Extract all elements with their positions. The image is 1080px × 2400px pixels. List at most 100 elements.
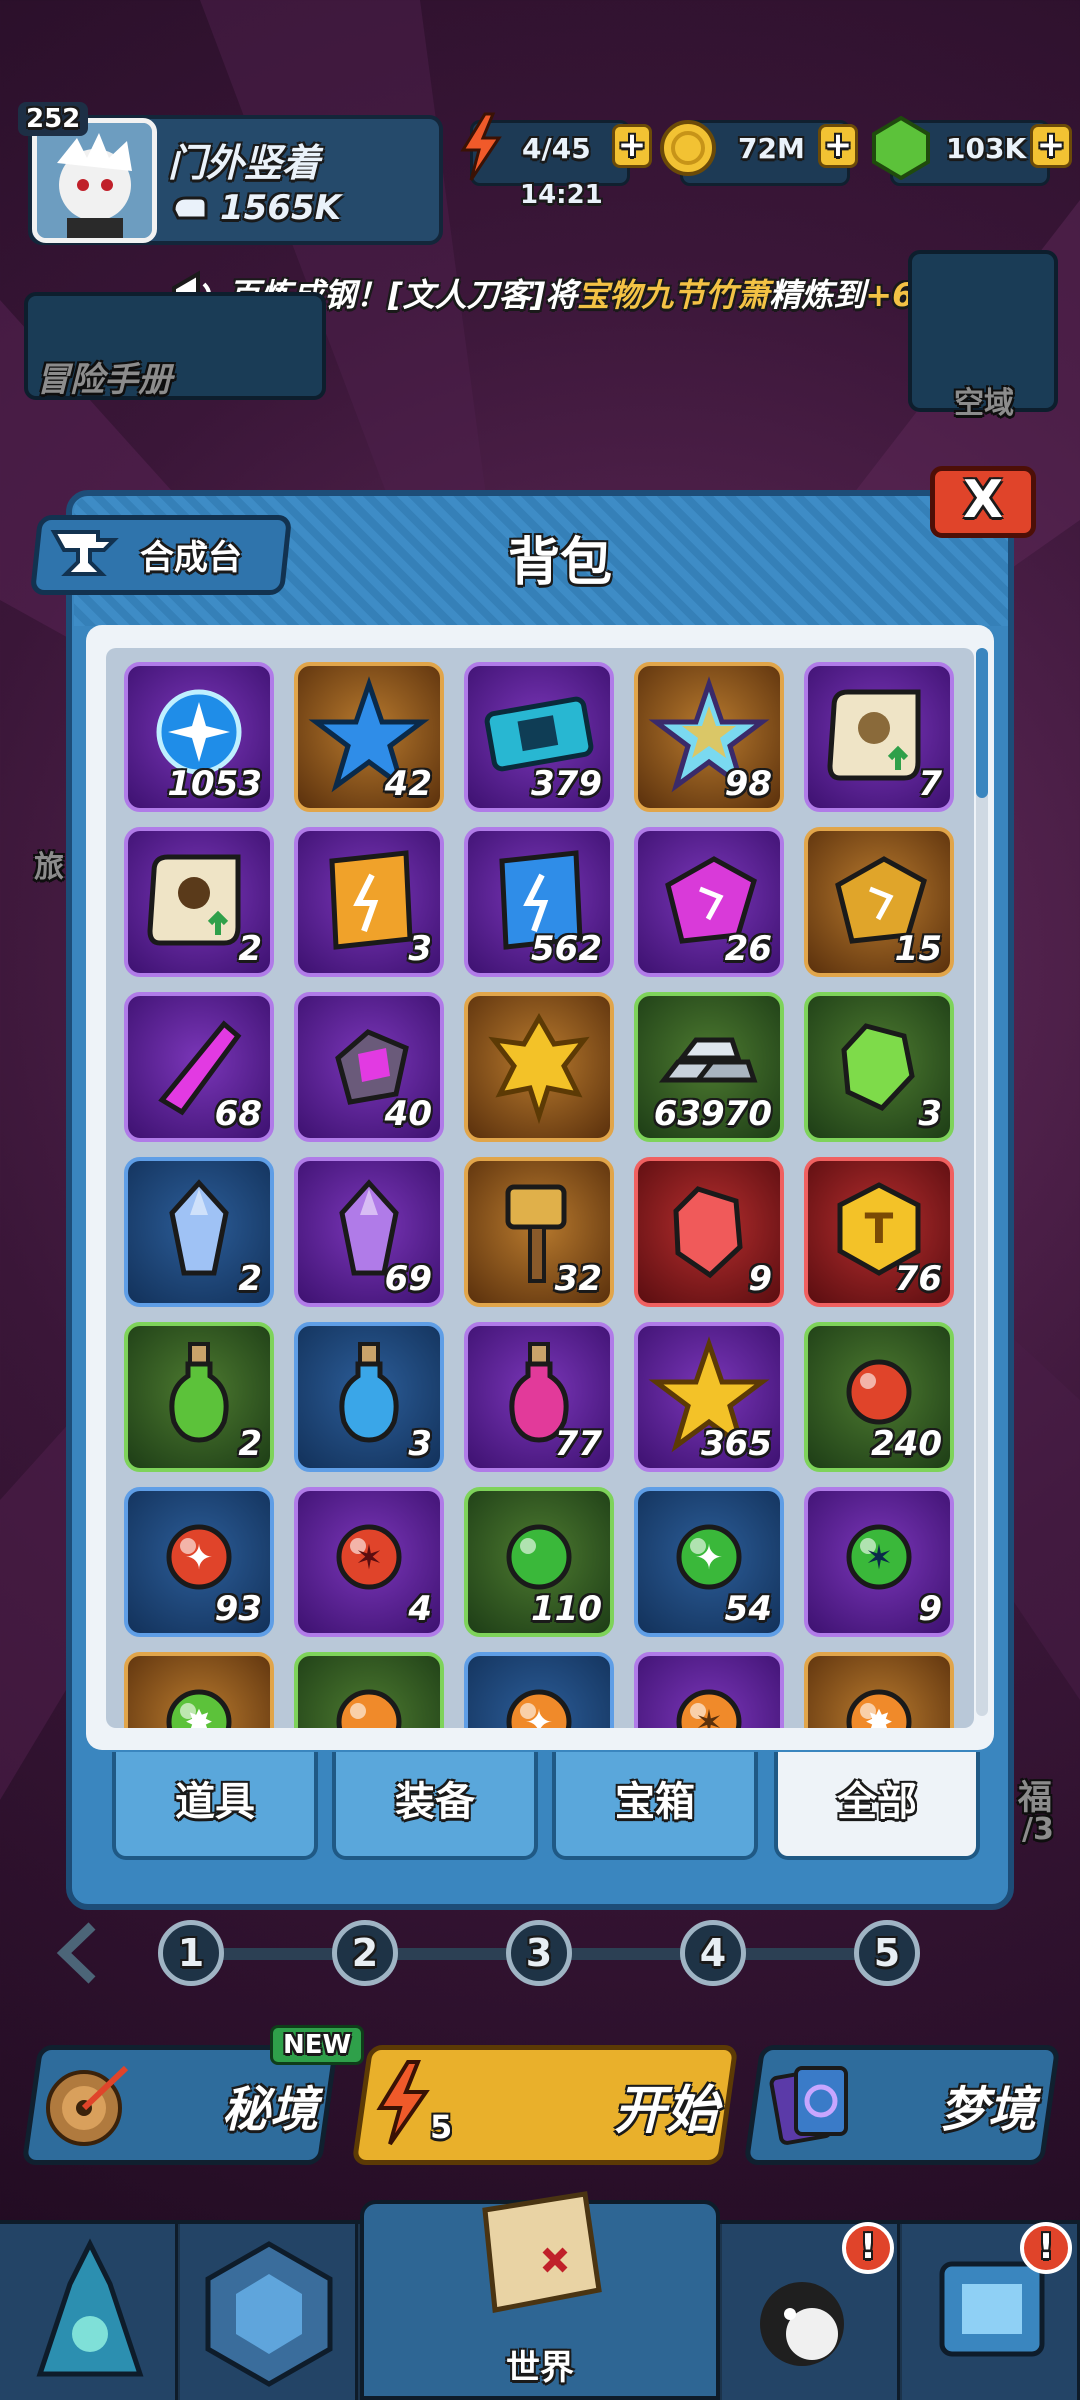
secret-realm-label: 秘境 — [222, 2082, 319, 2138]
item-count: 54 — [724, 1589, 772, 1629]
inventory-scrollbar[interactable] — [976, 648, 988, 1716]
item-count: 7 — [918, 764, 942, 804]
gold-value: 72M — [738, 132, 805, 165]
inventory-slot[interactable]: 240 — [804, 1322, 954, 1472]
energy-plus-button[interactable]: + — [612, 124, 652, 168]
gem-plus-button[interactable]: + — [1030, 124, 1072, 168]
svg-text:✸: ✸ — [865, 1703, 894, 1728]
inventory-slot[interactable]: ✸ — [124, 1652, 274, 1728]
inventory-slot[interactable]: 2 — [124, 827, 274, 977]
inventory-slot[interactable]: 2 — [124, 1322, 274, 1472]
start-cost: 5 — [430, 2108, 453, 2146]
dream-realm-label: 梦境 — [940, 2082, 1037, 2138]
nav-cards[interactable] — [180, 2224, 358, 2400]
inventory-slot[interactable]: ✦ — [464, 1652, 614, 1728]
tab-items[interactable]: 道具 — [112, 1752, 318, 1860]
chevron-left-icon[interactable] — [50, 1920, 104, 1986]
stage-2[interactable]: 2 — [332, 1920, 398, 1986]
inventory-slot[interactable] — [464, 992, 614, 1142]
inventory-slot[interactable]: 110 — [464, 1487, 614, 1637]
ticker-level: +6 — [865, 276, 915, 314]
svg-text:✸: ✸ — [185, 1703, 214, 1728]
player-avatar[interactable] — [32, 118, 157, 243]
stage-1[interactable]: 1 — [158, 1920, 224, 1986]
item-count: 365 — [701, 1424, 772, 1464]
inventory-slot[interactable]: 98 — [634, 662, 784, 812]
inventory-slot[interactable]: 3 — [804, 992, 954, 1142]
inventory-slot[interactable]: ✦ 54 — [634, 1487, 784, 1637]
inventory-slot[interactable]: 63970 — [634, 992, 784, 1142]
stage-4[interactable]: 4 — [680, 1920, 746, 1986]
player-name: 门外竖着 — [168, 141, 321, 185]
item-count: 98 — [724, 764, 772, 804]
item-count: 1053 — [167, 764, 262, 804]
inventory-slot[interactable]: ✶ 4 — [294, 1487, 444, 1637]
inventory-slot[interactable]: ✦ 93 — [124, 1487, 274, 1637]
item-count: 9 — [748, 1259, 772, 1299]
svg-text:✶: ✶ — [355, 1538, 384, 1578]
inventory-slot[interactable]: 9 — [634, 1157, 784, 1307]
inventory-slot[interactable]: 15 — [804, 827, 954, 977]
pets-alert-badge: ! — [842, 2222, 894, 2274]
crystal-tree-icon — [36, 2238, 144, 2377]
world-map-icon — [465, 2180, 615, 2330]
inventory-slot[interactable]: 2 — [124, 1157, 274, 1307]
inventory-slot[interactable]: 68 — [124, 992, 274, 1142]
inventory-slot[interactable]: 562 — [464, 827, 614, 977]
item-count: 379 — [531, 764, 602, 804]
item-count: 26 — [724, 929, 772, 969]
inventory-slot[interactable] — [294, 1652, 444, 1728]
player-level: 252 — [18, 102, 89, 136]
inventory-slot[interactable]: 42 — [294, 662, 444, 812]
item-count: 3 — [918, 1094, 942, 1134]
stage-3[interactable]: 3 — [506, 1920, 572, 1986]
inventory-slot[interactable]: 26 — [634, 827, 784, 977]
start-lightning-icon — [372, 2058, 432, 2148]
svg-text:✦: ✦ — [525, 1703, 554, 1728]
inventory-slot[interactable]: ✶ — [634, 1652, 784, 1728]
inventory-slot[interactable]: 7 — [804, 662, 954, 812]
inventory-slot[interactable]: 40 — [294, 992, 444, 1142]
item-count: 3 — [408, 1424, 432, 1464]
item-count: 15 — [894, 929, 942, 969]
inventory-slot[interactable]: 32 — [464, 1157, 614, 1307]
close-button[interactable]: X — [930, 466, 1036, 538]
item-count: 40 — [384, 1094, 432, 1134]
inventory-slot[interactable]: ✶ 9 — [804, 1487, 954, 1637]
item-count: 69 — [384, 1259, 432, 1299]
inventory-slot[interactable]: 3 — [294, 1322, 444, 1472]
ticker-mid: 精炼到 — [769, 276, 866, 314]
stage-5[interactable]: 5 — [854, 1920, 920, 1986]
item-count: 3 — [408, 929, 432, 969]
item-count: 63970 — [653, 1094, 772, 1134]
item-count: 68 — [214, 1094, 262, 1134]
inventory-scroll-thumb[interactable] — [976, 648, 988, 798]
tab-all[interactable]: 全部 — [774, 1752, 980, 1860]
airspace-label: 空域 — [954, 386, 1014, 421]
item-count: 93 — [214, 1589, 262, 1629]
inventory-slot[interactable]: 1053 — [124, 662, 274, 812]
item-count: 76 — [894, 1259, 942, 1299]
airspace-alert-badge: ! — [1020, 2222, 1072, 2274]
inventory-slot[interactable]: T 76 — [804, 1157, 954, 1307]
item-count: 2 — [238, 929, 262, 969]
inventory-slot[interactable]: 3 — [294, 827, 444, 977]
item-count: 562 — [531, 929, 602, 969]
adventure-handbook-label: 冒险手册 — [36, 360, 172, 400]
nav-heroes[interactable] — [0, 2224, 178, 2400]
tab-chests[interactable]: 宝箱 — [552, 1752, 758, 1860]
tab-equipment[interactable]: 装备 — [332, 1752, 538, 1860]
item-count: 9 — [918, 1589, 942, 1629]
inventory-slot[interactable]: 379 — [464, 662, 614, 812]
inventory-slot[interactable]: 69 — [294, 1157, 444, 1307]
inventory-slot[interactable]: 365 — [634, 1322, 784, 1472]
power-fist-icon — [170, 190, 210, 226]
announcement-ticker: 百炼成钢！[文人刀客]将宝物九节竹萧精炼到+6！ — [228, 270, 978, 328]
gold-plus-button[interactable]: + — [818, 124, 858, 168]
inventory-slot[interactable]: ✸ — [804, 1652, 954, 1728]
inventory-slot[interactable]: 77 — [464, 1322, 614, 1472]
lightning-icon — [455, 112, 505, 182]
svg-text:✶: ✶ — [695, 1703, 724, 1728]
svg-text:T: T — [865, 1204, 894, 1253]
item-count: 77 — [554, 1424, 602, 1464]
